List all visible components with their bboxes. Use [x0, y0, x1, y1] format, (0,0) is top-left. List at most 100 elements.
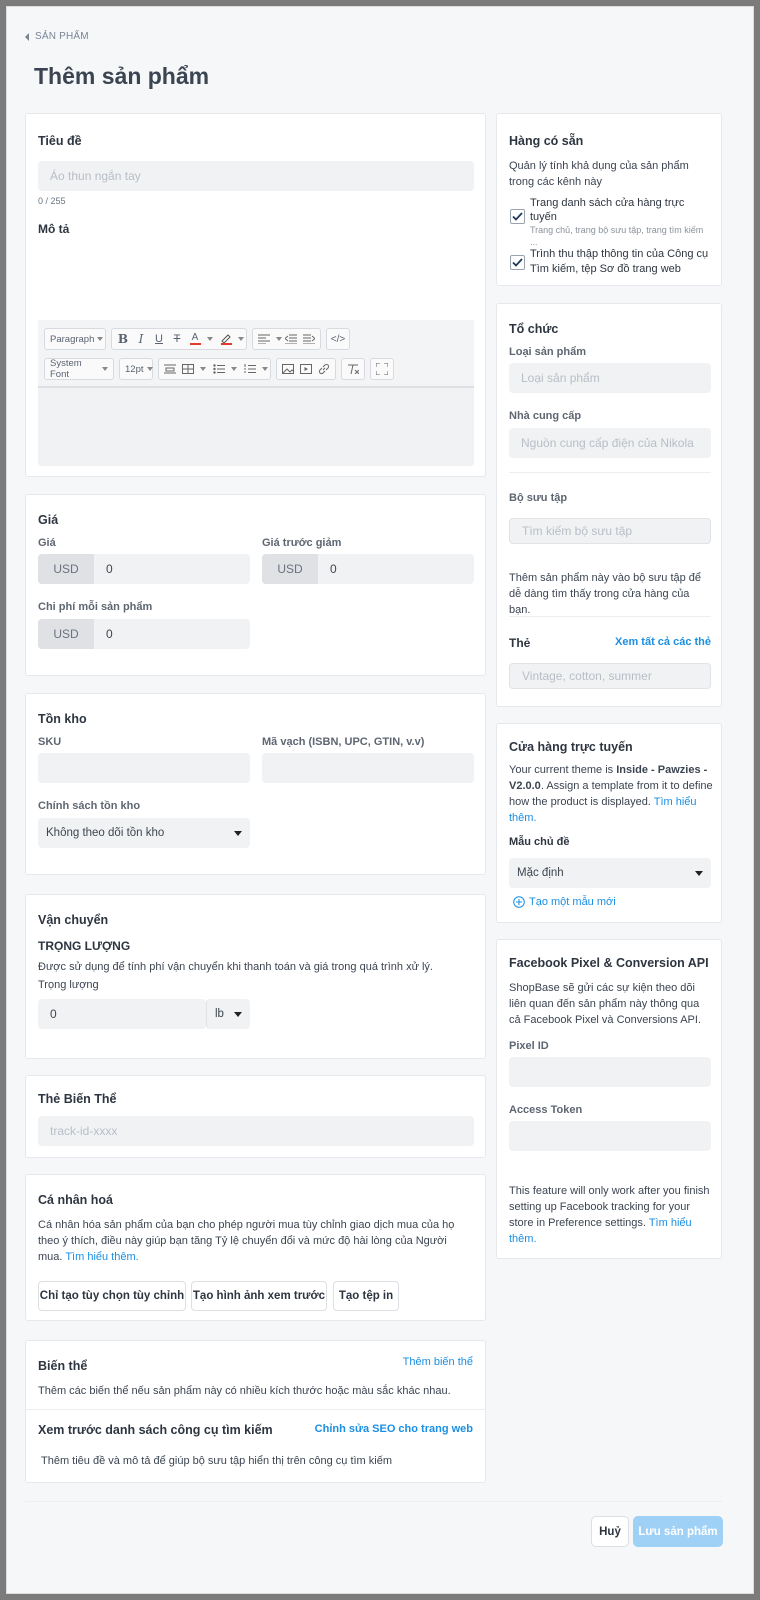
- template-select[interactable]: Mặc định: [509, 858, 711, 888]
- personalize-card: Cá nhân hoá Cá nhân hóa sản phẩm của bạn…: [25, 1174, 486, 1321]
- numbered-list-icon[interactable]: [241, 360, 259, 378]
- inventory-policy-select[interactable]: Không theo dõi tồn kho: [38, 818, 250, 848]
- personalize-text: Cá nhân hóa sản phẩm của bạn cho phép ng…: [38, 1217, 474, 1265]
- online-store-channel: Trang danh sách cửa hàng trực tuyến Tran…: [530, 196, 710, 248]
- pricing-heading: Giá: [38, 513, 59, 527]
- shipping-help: Được sử dụng để tính phí vận chuyển khi …: [38, 961, 433, 973]
- title-input[interactable]: Áo thun ngắn tay: [38, 161, 474, 191]
- italic-icon[interactable]: I: [132, 330, 150, 348]
- underline-icon[interactable]: U: [150, 330, 168, 348]
- search-engine-checkbox[interactable]: [510, 255, 525, 270]
- image-icon[interactable]: [279, 360, 297, 378]
- page-frame: SẢN PHẨM Thêm sản phẩm Tiêu đề Áo thun n…: [6, 6, 754, 1594]
- line-height-icon[interactable]: [161, 360, 179, 378]
- caret-down-icon: [234, 830, 242, 836]
- online-store-card: Cửa hàng trực tuyến Your current theme i…: [496, 723, 722, 923]
- price-input[interactable]: USD 0: [38, 554, 250, 584]
- barcode-label: Mã vạch (ISBN, UPC, GTIN, v.v): [262, 736, 425, 748]
- tags-input[interactable]: Vintage, cotton, summer: [509, 663, 711, 689]
- save-product-button[interactable]: Lưu sản phẩm: [633, 1516, 723, 1547]
- inventory-card: Tồn kho SKU Mã vạch (ISBN, UPC, GTIN, v.…: [25, 693, 486, 875]
- vendor-input[interactable]: Nguồn cung cấp điện của Nikola: [509, 428, 711, 458]
- chevron-down-icon: [97, 337, 104, 341]
- code-icon[interactable]: </>: [329, 330, 347, 348]
- bullet-list-icon[interactable]: [210, 360, 228, 378]
- variants-card: Biến thể Thêm biến thể Thêm các biến thể…: [25, 1340, 486, 1483]
- chevron-down-icon: [262, 367, 268, 371]
- cost-currency: USD: [38, 619, 94, 649]
- edit-seo-link[interactable]: Chỉnh sửa SEO cho trang web: [315, 1423, 473, 1435]
- barcode-input[interactable]: [262, 753, 474, 783]
- facebook-card: Facebook Pixel & Conversion API ShopBase…: [496, 939, 722, 1259]
- personalize-learn-more-link[interactable]: Tìm hiểu thêm.: [65, 1251, 138, 1263]
- add-variant-link[interactable]: Thêm biến thể: [403, 1356, 473, 1368]
- facebook-text: ShopBase sẽ gửi các sự kiện theo dõi liê…: [509, 982, 701, 1026]
- bold-icon[interactable]: B: [114, 330, 132, 348]
- view-all-tags-link[interactable]: Xem tất cả các thẻ: [615, 636, 711, 648]
- cost-input[interactable]: USD 0: [38, 619, 250, 649]
- font-select[interactable]: System Font: [44, 358, 114, 380]
- preview-image-button[interactable]: Tạo hình ảnh xem trước: [191, 1281, 327, 1311]
- weight-unit-select[interactable]: lb: [206, 999, 250, 1029]
- strikethrough-icon[interactable]: T: [168, 330, 186, 348]
- online-store-checkbox[interactable]: [510, 209, 525, 224]
- collection-search-input[interactable]: Tìm kiếm bộ sưu tập: [509, 518, 711, 544]
- size-select[interactable]: 12pt: [119, 358, 153, 380]
- clear-format-icon[interactable]: [344, 360, 362, 378]
- indent-icon[interactable]: [300, 330, 318, 348]
- weight-input[interactable]: 0: [38, 999, 206, 1029]
- collection-help: Thêm sản phẩm này vào bộ sưu tập để dễ d…: [509, 572, 702, 616]
- divider: [26, 1409, 485, 1410]
- compare-price-input[interactable]: USD 0: [262, 554, 474, 584]
- chevron-down-icon: [200, 367, 206, 371]
- fullscreen-icon[interactable]: [373, 360, 391, 378]
- back-link[interactable]: SẢN PHẨM: [25, 31, 89, 42]
- price-label: Giá: [38, 537, 56, 549]
- availability-heading: Hàng có sẵn: [509, 134, 584, 148]
- cancel-button[interactable]: Huỷ: [591, 1516, 629, 1547]
- cost-label: Chi phí mỗi sản phẩm: [38, 601, 153, 613]
- create-template-link[interactable]: Tạo một mẫu mới: [513, 896, 616, 908]
- search-engine-title: Trình thu thập thông tin của Công cụ Tìm…: [530, 248, 709, 275]
- align-left-icon[interactable]: [255, 330, 273, 348]
- price-currency: USD: [38, 554, 94, 584]
- organization-card: Tổ chức Loại sản phẩm Loại sản phẩm Nhà …: [496, 303, 722, 707]
- inventory-policy-value: Không theo dõi tồn kho: [46, 827, 165, 839]
- vendor-label: Nhà cung cấp: [509, 410, 582, 422]
- inventory-policy-label: Chính sách tồn kho: [38, 800, 141, 812]
- create-template-label: Tạo một mẫu mới: [529, 896, 616, 908]
- personalize-heading: Cá nhân hoá: [38, 1193, 114, 1207]
- toolbar-row-2: System Font 12pt: [44, 358, 468, 380]
- weight-unit: lb: [215, 1008, 224, 1020]
- footer-divider: [25, 1501, 722, 1502]
- variant-tag-input[interactable]: track-id-xxxx: [38, 1116, 474, 1146]
- tags-label: Thẻ: [509, 636, 531, 650]
- compare-value: 0: [330, 562, 337, 576]
- access-token-label: Access Token: [509, 1104, 583, 1116]
- back-label: SẢN PHẨM: [35, 31, 89, 42]
- char-count: 0 / 255: [38, 196, 66, 206]
- caret-down-icon: [234, 1011, 242, 1017]
- paragraph-select[interactable]: Paragraph: [44, 328, 106, 350]
- variants-heading: Biến thể: [38, 1359, 88, 1373]
- text-color-icon[interactable]: A: [186, 330, 204, 348]
- sku-input[interactable]: [38, 753, 250, 783]
- page-title: Thêm sản phẩm: [34, 63, 210, 89]
- rich-text-editor[interactable]: Paragraph B I U T A </> System Font 12pt: [38, 320, 474, 466]
- link-icon[interactable]: [315, 360, 333, 378]
- product-type-input[interactable]: Loại sản phẩm: [509, 363, 711, 393]
- print-file-button[interactable]: Tạo tệp in: [333, 1281, 399, 1311]
- highlight-icon[interactable]: [217, 330, 235, 348]
- compare-currency: USD: [262, 554, 318, 584]
- table-icon[interactable]: [179, 360, 197, 378]
- sku-label: SKU: [38, 736, 62, 748]
- template-label: Mẫu chủ đề: [509, 836, 570, 848]
- custom-option-button[interactable]: Chỉ tạo tùy chọn tùy chỉnh: [38, 1281, 186, 1311]
- description-label: Mô tả: [38, 222, 70, 236]
- access-token-input[interactable]: [509, 1121, 711, 1151]
- font-label: System Font: [50, 358, 82, 380]
- outdent-icon[interactable]: [282, 330, 300, 348]
- video-icon[interactable]: [297, 360, 315, 378]
- pixel-id-input[interactable]: [509, 1057, 711, 1087]
- weight-label: Trọng lượng: [38, 979, 99, 991]
